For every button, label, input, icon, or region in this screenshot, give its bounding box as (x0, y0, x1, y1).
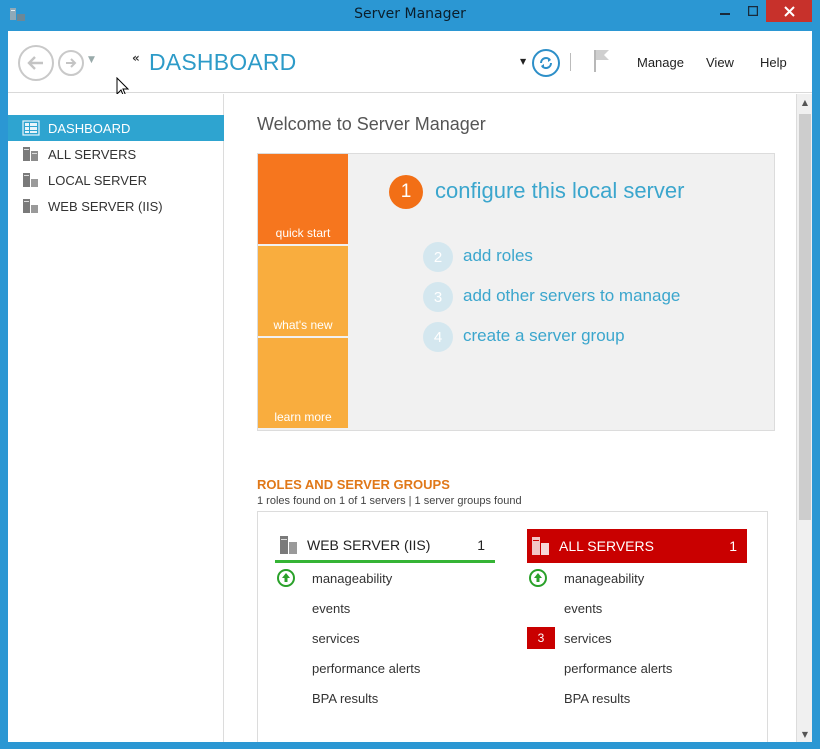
menu-view[interactable]: View (706, 55, 734, 70)
row-services[interactable]: services (275, 623, 495, 653)
server-groups-panel: WEB SERVER (IIS) 1 manageability events … (257, 511, 768, 742)
toolbar: ▼ « DASHBOARD ▼ Manage View Help (8, 31, 812, 98)
server-icon (23, 173, 38, 187)
minimize-button[interactable] (712, 0, 738, 22)
group-card-count: 1 (729, 538, 737, 554)
main-content: Welcome to Server Manager quick start wh… (225, 94, 796, 742)
servers-icon (532, 537, 549, 555)
sidebar-item-web-server-iis[interactable]: WEB SERVER (IIS) (8, 193, 224, 219)
sidebar-item-all-servers[interactable]: ALL SERVERS (8, 141, 224, 167)
collapse-sidebar-button[interactable]: « (132, 51, 140, 65)
notifications-flag-icon[interactable] (592, 48, 612, 74)
roles-section-title: ROLES AND SERVER GROUPS (257, 477, 450, 492)
scroll-up-arrow-icon[interactable]: ▲ (797, 94, 813, 110)
step-1-badge: 1 (389, 175, 423, 209)
refresh-icon (540, 57, 552, 69)
row-bpa-results[interactable]: BPA results (275, 683, 495, 713)
group-card-web-server-iis: WEB SERVER (IIS) 1 manageability events … (275, 529, 495, 713)
maximize-icon (748, 6, 758, 16)
toolbar-separator (570, 53, 571, 71)
maximize-button[interactable] (740, 0, 766, 22)
window-title: Server Manager (354, 6, 466, 22)
row-events[interactable]: events (527, 593, 747, 623)
server-icon (23, 199, 38, 213)
tile-learn-more[interactable]: learn more (258, 338, 348, 428)
row-bpa-results[interactable]: BPA results (527, 683, 747, 713)
vertical-scrollbar[interactable]: ▲ ▼ (796, 94, 812, 742)
group-card-header[interactable]: WEB SERVER (IIS) 1 (275, 529, 495, 563)
welcome-heading: Welcome to Server Manager (257, 114, 486, 134)
row-manageability[interactable]: manageability (527, 563, 747, 593)
refresh-button[interactable] (532, 49, 560, 77)
group-card-title: WEB SERVER (IIS) (307, 536, 431, 553)
group-card-title: ALL SERVERS (559, 538, 654, 554)
tile-whats-new[interactable]: what's new (258, 246, 348, 336)
status-ok-up-arrow-icon (277, 569, 295, 587)
servers-icon (23, 147, 38, 161)
menu-help[interactable]: Help (760, 55, 787, 70)
history-dropdown[interactable]: ▼ (88, 55, 95, 65)
dashboard-icon (22, 120, 40, 136)
close-icon (783, 5, 795, 17)
page-title: DASHBOARD (149, 49, 297, 75)
server-manager-window: Server Manager ▼ « DASHBOARD ▼ Manage Vi… (0, 0, 820, 749)
tile-quick-start[interactable]: quick start (258, 154, 348, 244)
step-configure-local-server-link[interactable]: configure this local server (435, 178, 684, 204)
step-2-badge: 2 (423, 242, 453, 272)
menu-manage[interactable]: Manage (637, 55, 684, 70)
arrow-left-icon (27, 56, 43, 70)
group-card-header[interactable]: ALL SERVERS 1 (527, 529, 747, 563)
step-3-badge: 3 (423, 282, 453, 312)
roles-section-subtitle: 1 roles found on 1 of 1 servers | 1 serv… (257, 495, 522, 507)
sidebar-item-label: WEB SERVER (IIS) (48, 198, 163, 214)
sidebar-item-label: LOCAL SERVER (48, 172, 147, 188)
scrollbar-thumb[interactable] (799, 114, 811, 520)
status-ok-up-arrow-icon (529, 569, 547, 587)
title-bar[interactable]: Server Manager (0, 0, 820, 30)
row-performance-alerts[interactable]: performance alerts (527, 653, 747, 683)
sidebar-item-dashboard[interactable]: DASHBOARD (8, 115, 224, 141)
arrow-right-icon (66, 58, 77, 68)
refresh-dropdown[interactable]: ▼ (520, 57, 526, 66)
step-4-badge: 4 (423, 322, 453, 352)
scroll-down-arrow-icon[interactable]: ▼ (797, 726, 813, 742)
back-button[interactable] (18, 45, 54, 81)
quick-start-panel: quick start what's new learn more 1 conf… (257, 153, 775, 431)
client-area: ▼ « DASHBOARD ▼ Manage View Help DASHBOA… (8, 31, 812, 742)
step-add-servers-link[interactable]: add other servers to manage (463, 286, 680, 306)
step-add-roles-link[interactable]: add roles (463, 246, 533, 266)
close-button[interactable] (766, 0, 812, 22)
row-events[interactable]: events (275, 593, 495, 623)
group-card-count: 1 (477, 536, 485, 553)
sidebar-item-local-server[interactable]: LOCAL SERVER (8, 167, 224, 193)
step-create-server-group-link[interactable]: create a server group (463, 326, 625, 346)
row-services[interactable]: 3 services (527, 623, 747, 653)
sidebar: DASHBOARD ALL SERVERS LOCAL SERVER WEB S… (8, 94, 224, 742)
server-icon (280, 535, 297, 554)
services-alert-count-badge: 3 (527, 627, 555, 649)
minimize-icon (720, 13, 730, 15)
row-manageability[interactable]: manageability (275, 563, 495, 593)
sidebar-item-label: ALL SERVERS (48, 146, 137, 162)
forward-button[interactable] (58, 50, 84, 76)
group-card-all-servers: ALL SERVERS 1 manageability events 3 ser… (527, 529, 747, 713)
sidebar-item-label: DASHBOARD (48, 120, 131, 136)
row-performance-alerts[interactable]: performance alerts (275, 653, 495, 683)
